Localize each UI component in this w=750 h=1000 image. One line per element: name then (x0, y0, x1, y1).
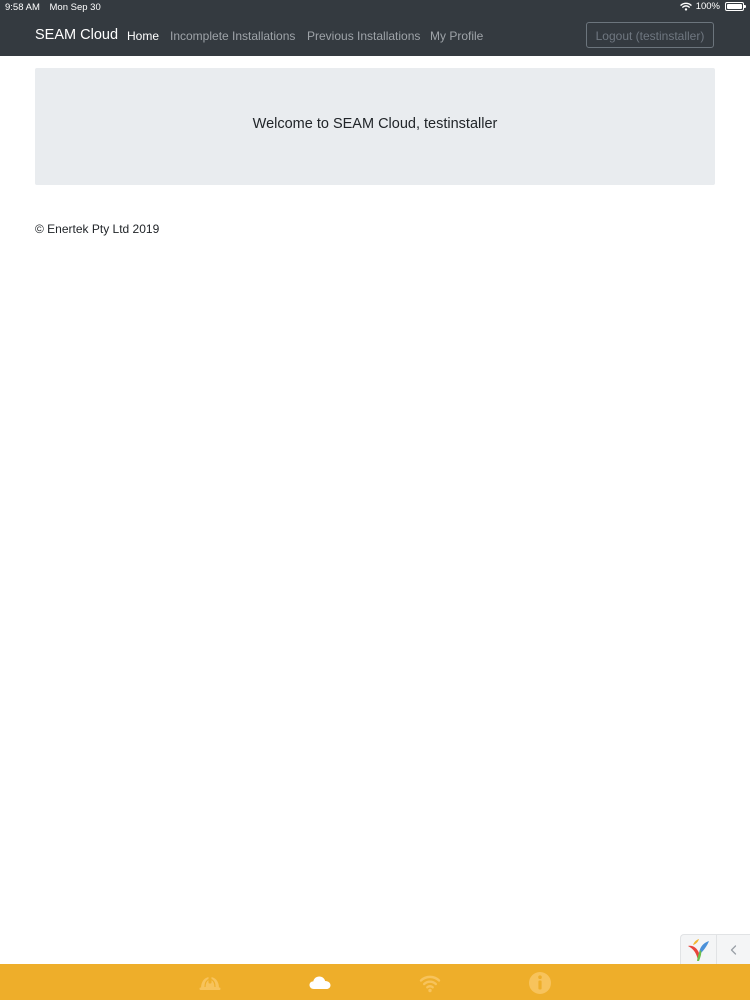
status-date: Mon Sep 30 (49, 2, 101, 13)
nav-incomplete-installations[interactable]: Incomplete Installations (170, 29, 295, 43)
status-time: 9:58 AM (5, 2, 40, 13)
info-icon[interactable] (527, 970, 553, 996)
brand-link[interactable]: SEAM Cloud (35, 27, 118, 43)
welcome-message: Welcome to SEAM Cloud, testinstaller (252, 116, 498, 132)
cloud-icon[interactable] (307, 970, 333, 996)
footer-copyright: © Enertek Pty Ltd 2019 (35, 222, 160, 236)
chevron-left-icon[interactable] (727, 943, 741, 957)
app-logo-icon[interactable] (684, 937, 714, 963)
nav-my-profile[interactable]: My Profile (430, 29, 483, 43)
status-bar: 9:58 AM Mon Sep 30 100% (0, 0, 750, 14)
floating-widget (680, 934, 750, 965)
welcome-panel: Welcome to SEAM Cloud, testinstaller (35, 68, 715, 185)
battery-icon (725, 2, 746, 11)
nav-previous-installations[interactable]: Previous Installations (307, 29, 420, 43)
logout-button[interactable]: Logout (testinstaller) (586, 22, 714, 48)
wifi-signal-icon (679, 2, 692, 11)
wifi-icon[interactable] (417, 970, 443, 996)
helmet-icon[interactable] (197, 970, 223, 996)
bottom-tab-bar (0, 964, 750, 1000)
navbar: SEAM Cloud Home Incomplete Installations… (0, 14, 750, 56)
nav-home[interactable]: Home (127, 29, 159, 43)
battery-percentage: 100% (695, 1, 720, 12)
widget-divider (716, 935, 717, 965)
